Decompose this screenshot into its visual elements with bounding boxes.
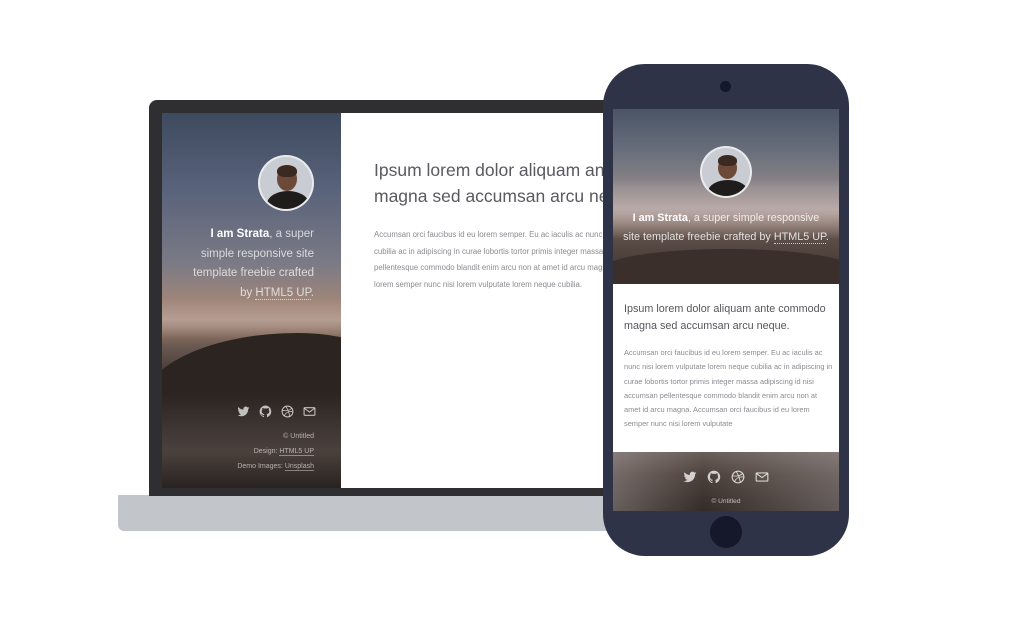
phone-home-button[interactable] [710, 516, 742, 548]
phone-intro: I am Strata, a super simple responsive s… [623, 212, 829, 244]
sidebar-intro: I am Strata, a super simple responsive s… [193, 228, 314, 300]
design-link[interactable]: HTML5 UP [279, 448, 314, 456]
avatar [258, 155, 314, 211]
footer-design: Design: HTML5 UP [253, 448, 314, 456]
unsplash-link[interactable]: Unsplash [284, 463, 314, 471]
phone-device: I am Strata, a super simple responsive s… [603, 64, 849, 556]
envelope-icon[interactable] [755, 470, 769, 484]
sidebar-mist [162, 298, 341, 338]
github-icon[interactable] [259, 405, 272, 418]
phone-screen: I am Strata, a super simple responsive s… [613, 109, 839, 511]
laptop-sidebar: I am Strata, a super simple responsive s… [162, 113, 341, 488]
hero-hills [613, 249, 839, 284]
laptop-screen: I am Strata, a super simple responsive s… [162, 113, 612, 488]
phone-heading: Ipsum lorem dolor aliquam ante commodo m… [624, 303, 826, 332]
envelope-icon[interactable] [303, 405, 316, 418]
main-heading: Ipsum lorem dolor aliquam ante commodo m… [374, 160, 612, 206]
social-icons [232, 405, 316, 418]
twitter-icon[interactable] [683, 470, 697, 484]
phone-social-icons [613, 470, 839, 484]
phone-hero: I am Strata, a super simple responsive s… [613, 109, 839, 284]
footer-copyright: © Untitled [283, 433, 314, 440]
avatar [700, 146, 752, 198]
github-icon[interactable] [707, 470, 721, 484]
twitter-icon[interactable] [237, 405, 250, 418]
html5up-link[interactable]: HTML5 UP [255, 286, 311, 300]
dribbble-icon[interactable] [731, 470, 745, 484]
phone-camera [720, 81, 731, 92]
dribbble-icon[interactable] [281, 405, 294, 418]
main-body: Accumsan orci faucibus id eu lorem sempe… [374, 230, 612, 289]
phone-body: Accumsan orci faucibus id eu lorem sempe… [624, 348, 833, 429]
footer-images: Demo Images: Unsplash [237, 463, 314, 471]
phone-copyright: © Untitled [711, 498, 741, 505]
laptop-base [118, 495, 638, 531]
html5up-link[interactable]: HTML5 UP [773, 231, 826, 244]
